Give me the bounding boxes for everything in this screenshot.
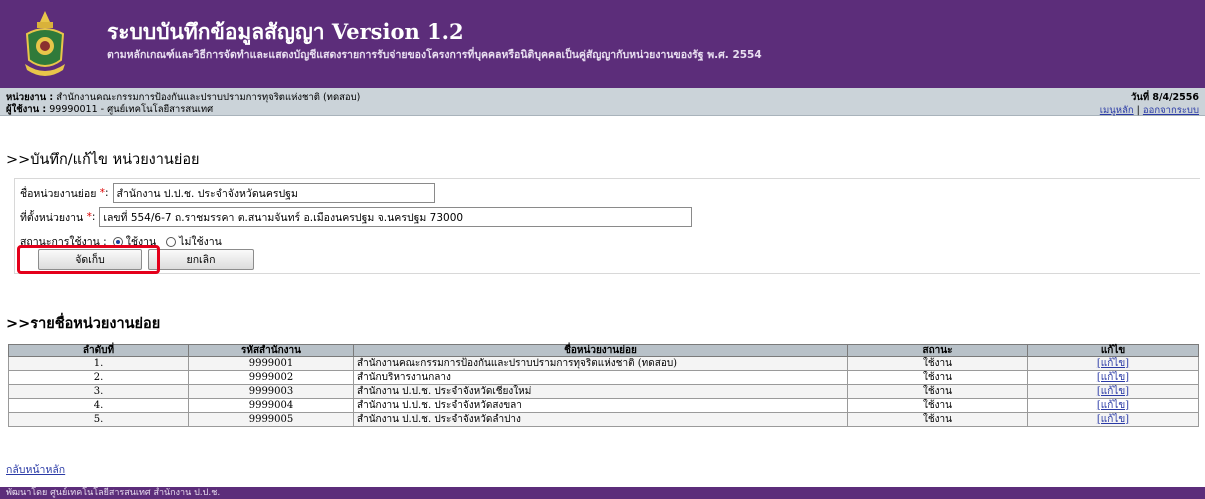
row-status: ใช้งาน <box>847 356 1028 371</box>
status-radio-inactive[interactable]: ไม่ใช้งาน <box>166 233 222 250</box>
row-status: ใช้งาน <box>847 370 1028 385</box>
row-name: สำนักบริหารงานกลาง <box>353 370 848 385</box>
row-edit-link[interactable]: [แก้ไข] <box>1097 358 1129 369</box>
table-header-row: ลำดับที่ รหัสสำนักงาน ชื่อหน่วยงานย่อย ส… <box>8 344 1199 357</box>
col-header-status: สถานะ <box>847 344 1028 357</box>
row-code: 9999002 <box>188 370 354 385</box>
row-code: 9999005 <box>188 412 354 427</box>
user-info-bar: หน่วยงาน : สำนักงานคณะกรรมการป้องกันและป… <box>0 88 1205 116</box>
location-row: ที่ตั้งหน่วยงาน *: <box>20 207 693 227</box>
row-no: 1. <box>8 356 189 371</box>
user-value: 99990011 - ศูนย์เทคโนโลยีสารสนเทศ <box>49 104 214 115</box>
radio-unchecked-icon[interactable] <box>166 236 177 247</box>
row-code: 9999001 <box>188 356 354 371</box>
user-label: ผู้ใช้งาน : <box>6 104 47 115</box>
form-section-title: >>บันทึก/แก้ไข หน่วยงานย่อย <box>6 152 200 168</box>
row-code: 9999004 <box>188 398 354 413</box>
top-links: เมนูหลัก | ออกจากระบบ <box>1100 103 1199 118</box>
back-to-home-link[interactable]: กลับหน้าหลัก <box>6 461 65 478</box>
location-colon: : <box>91 211 96 223</box>
user-row: ผู้ใช้งาน : 99990011 - ศูนย์เทคโนโลยีสาร… <box>6 102 213 117</box>
sub-agency-table: ลำดับที่ รหัสสำนักงาน ชื่อหน่วยงานย่อย ส… <box>8 344 1199 427</box>
app-header: ระบบบันทึกข้อมูลสัญญา Version 1.2 ตามหลั… <box>0 0 1205 88</box>
col-header-name: ชื่อหน่วยงานย่อย <box>353 344 848 357</box>
row-name: สำนักงาน ป.ป.ช. ประจำจังหวัดเชียงใหม่ <box>353 384 848 399</box>
sub-agency-name-input[interactable] <box>112 183 435 203</box>
app-title: ระบบบันทึกข้อมูลสัญญา Version 1.2 <box>107 19 464 44</box>
row-status: ใช้งาน <box>847 398 1028 413</box>
app-subtitle: ตามหลักเกณฑ์และวิธีการจัดทำและแสดงบัญชีแ… <box>107 49 762 61</box>
sub-agency-location-input[interactable] <box>99 207 693 227</box>
list-section-title: >>รายชื่อหน่วยงานย่อย <box>6 316 161 332</box>
status-option-inactive: ไม่ใช้งาน <box>179 236 222 248</box>
name-colon: : <box>105 187 109 199</box>
row-name: สำนักงานคณะกรรมการป้องกันและปราบปรามการท… <box>353 356 848 371</box>
row-edit-link[interactable]: [แก้ไข] <box>1097 414 1129 425</box>
col-header-edit: แก้ไข <box>1027 344 1199 357</box>
name-row: ชื่อหน่วยงานย่อย *: <box>20 183 435 203</box>
row-status: ใช้งาน <box>847 384 1028 399</box>
row-no: 5. <box>8 412 189 427</box>
table-row: 4. 9999004 สำนักงาน ป.ป.ช. ประจำจังหวัดส… <box>8 398 1199 413</box>
col-header-code: รหัสสำนักงาน <box>188 344 354 357</box>
location-label: ที่ตั้งหน่วยงาน <box>20 211 84 224</box>
logout-link[interactable]: ออกจากระบบ <box>1143 105 1199 116</box>
row-no: 3. <box>8 384 189 399</box>
table-row: 2. 9999002 สำนักบริหารงานกลาง ใช้งาน [แก… <box>8 370 1199 385</box>
table-row: 3. 9999003 สำนักงาน ป.ป.ช. ประจำจังหวัดเ… <box>8 384 1199 399</box>
row-no: 2. <box>8 370 189 385</box>
link-separator: | <box>1136 105 1140 116</box>
row-status: ใช้งาน <box>847 412 1028 427</box>
name-label: ชื่อหน่วยงานย่อย <box>20 187 97 200</box>
table-row: 5. 9999005 สำนักงาน ป.ป.ช. ประจำจังหวัดล… <box>8 412 1199 427</box>
row-edit-link[interactable]: [แก้ไข] <box>1097 386 1129 397</box>
table-row: 1. 9999001 สำนักงานคณะกรรมการป้องกันและป… <box>8 356 1199 371</box>
col-header-no: ลำดับที่ <box>8 344 189 357</box>
footer: พัฒนาโดย ศูนย์เทคโนโลยีสารสนเทศ สำนักงาน… <box>0 487 1205 499</box>
row-name: สำนักงาน ป.ป.ช. ประจำจังหวัดลำปาง <box>353 412 848 427</box>
cancel-button[interactable]: ยกเลิก <box>148 249 254 270</box>
row-no: 4. <box>8 398 189 413</box>
row-name: สำนักงาน ป.ป.ช. ประจำจังหวัดสงขลา <box>353 398 848 413</box>
row-code: 9999003 <box>188 384 354 399</box>
home-menu-link[interactable]: เมนูหลัก <box>1100 105 1134 116</box>
save-button-highlight <box>17 245 160 274</box>
emblem-icon <box>25 11 65 76</box>
row-edit-link[interactable]: [แก้ไข] <box>1097 372 1129 383</box>
row-edit-link[interactable]: [แก้ไข] <box>1097 400 1129 411</box>
